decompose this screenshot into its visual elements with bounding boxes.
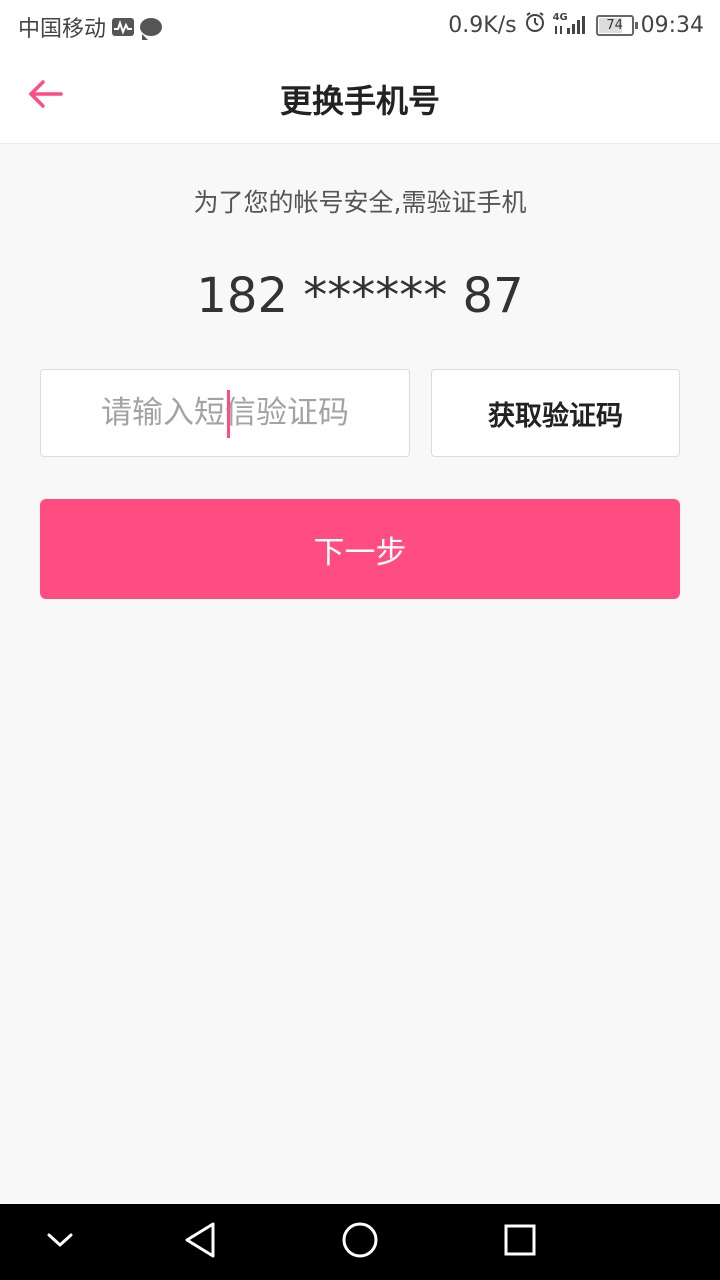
status-bar: 中国移动 0.9K/s 4G 74 09:34 xyxy=(0,0,720,50)
masked-phone-number: 182 ****** 87 xyxy=(196,268,524,324)
nav-back-button[interactable] xyxy=(180,1222,220,1262)
sms-code-input[interactable] xyxy=(41,370,409,456)
message-icon xyxy=(140,18,163,40)
chevron-down-icon xyxy=(45,1230,75,1254)
nav-recents-button[interactable] xyxy=(500,1222,540,1262)
top-bar: 更换手机号 xyxy=(0,50,720,144)
system-nav-bar xyxy=(0,1204,720,1280)
nav-home-button[interactable] xyxy=(340,1222,380,1262)
battery-level: 74 xyxy=(606,17,623,33)
back-triangle-icon xyxy=(183,1221,217,1263)
text-cursor xyxy=(227,390,230,438)
carrier-label: 中国移动 xyxy=(18,17,107,42)
sms-code-field[interactable] xyxy=(40,369,410,457)
recents-square-icon xyxy=(503,1223,537,1261)
page-title: 更换手机号 xyxy=(279,82,440,120)
next-step-button[interactable]: 下一步 xyxy=(40,499,680,599)
activity-icon xyxy=(112,18,135,36)
get-code-button[interactable]: 获取验证码 xyxy=(431,369,680,457)
signal-icon: 4G xyxy=(553,12,589,36)
status-left: 中国移动 xyxy=(18,11,163,43)
alarm-icon xyxy=(524,11,546,39)
status-right: 0.9K/s 4G 74 09:34 xyxy=(448,11,704,39)
battery-icon: 74 xyxy=(595,14,638,36)
home-circle-icon xyxy=(341,1221,379,1263)
net-speed: 0.9K/s xyxy=(448,12,517,38)
hide-nav-button[interactable] xyxy=(40,1222,80,1262)
clock: 09:34 xyxy=(640,12,704,38)
security-hint: 为了您的帐号安全,需验证手机 xyxy=(193,188,527,217)
